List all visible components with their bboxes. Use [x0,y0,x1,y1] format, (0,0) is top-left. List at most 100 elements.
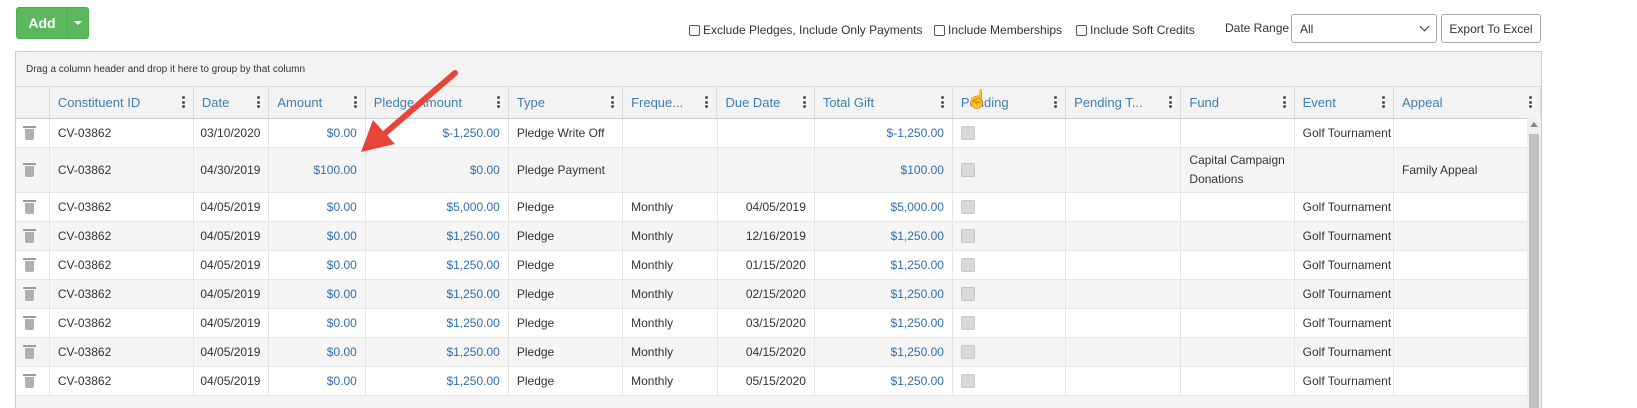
trash-icon[interactable] [23,316,36,330]
cell-pledge-amount: $1,250.00 [366,309,509,337]
header-col-fund[interactable]: Fund [1181,87,1295,118]
delete-row-cell[interactable] [16,280,50,308]
column-menu-icon[interactable] [181,96,185,108]
export-to-excel-button[interactable]: Export To Excel [1441,14,1541,43]
header-col-constituent-id[interactable]: Constituent ID [50,87,194,118]
checkbox-box[interactable] [1076,24,1087,36]
include-memberships-checkbox[interactable]: Include Memberships [934,23,1062,37]
header-col-pending-t[interactable]: Pending T... [1066,87,1182,118]
table-row[interactable]: CV-03862 03/10/2020 $0.00 $-1,250.00 Pledge … [16,119,1541,148]
cell-appeal [1394,222,1541,250]
cell-appeal: Family Appeal [1394,148,1541,192]
pending-checkbox [960,287,975,301]
column-menu-icon[interactable] [940,96,944,108]
checkbox-box[interactable] [934,24,945,36]
delete-row-cell[interactable] [16,119,50,147]
cell-amount: $0.00 [269,222,366,250]
add-split-button[interactable]: Add [16,7,89,39]
cell-pledge-amount: $5,000.00 [366,193,509,221]
column-menu-icon[interactable] [705,96,709,108]
table-row[interactable]: CV-03862 04/05/2019 $0.00 $1,250.00 Pledge Mo… [16,251,1541,280]
delete-row-cell[interactable] [16,222,50,250]
cell-amount: $0.00 [269,280,366,308]
giving-grid: Drag a column header and drop it here to… [15,51,1542,408]
table-row[interactable]: CV-03862 04/30/2019 $100.00 $0.00 Pledge Pay… [16,148,1541,193]
cell-amount: $0.00 [269,338,366,366]
table-row[interactable]: CV-03862 04/05/2019 $0.00 $1,250.00 Pledge Mo… [16,280,1541,309]
cell-date: 04/30/2019 [194,148,270,192]
header-col-appeal[interactable]: Appeal [1394,87,1541,118]
column-menu-icon[interactable] [611,96,615,108]
scrollbar-thumb[interactable] [1529,134,1539,408]
delete-row-cell[interactable] [16,251,50,279]
delete-row-cell[interactable] [16,193,50,221]
exclude-pledges-checkbox[interactable]: Exclude Pledges, Include Only Payments [689,23,922,37]
cell-constituent-id: CV-03862 [50,148,194,192]
delete-row-cell[interactable] [16,367,50,395]
delete-row-cell[interactable] [16,338,50,366]
table-row[interactable]: CV-03862 04/05/2019 $0.00 $1,250.00 Pledge Mo… [16,309,1541,338]
delete-row-cell[interactable] [16,148,50,192]
column-menu-icon[interactable] [257,96,261,108]
table-row[interactable]: CV-03862 04/05/2019 $0.00 $1,250.00 Pledge Mo… [16,338,1541,367]
header-label: Type [516,95,545,110]
cell-type: Pledge [509,222,624,250]
column-menu-icon[interactable] [1382,96,1385,108]
trash-icon[interactable] [23,287,36,301]
checkbox-box[interactable] [689,24,700,36]
column-menu-icon[interactable] [1169,96,1173,108]
cell-pending [953,280,1067,308]
cell-due-date [718,148,815,192]
caret-down-icon [74,21,82,25]
pending-checkbox [960,258,975,272]
group-by-drop-area[interactable]: Drag a column header and drop it here to… [16,52,1541,87]
column-menu-icon[interactable] [1529,96,1533,108]
cell-fund [1181,367,1295,395]
trash-icon[interactable] [23,163,36,177]
trash-icon[interactable] [23,229,36,243]
cell-constituent-id: CV-03862 [50,222,194,250]
trash-icon[interactable] [23,374,36,388]
include-soft-credits-checkbox[interactable]: Include Soft Credits [1076,23,1195,37]
cell-constituent-id: CV-03862 [50,251,194,279]
date-range-select[interactable]: All [1291,14,1437,43]
cell-total-gift: $1,250.00 [815,309,953,337]
header-col-event[interactable]: Event [1295,87,1394,118]
trash-icon[interactable] [23,200,36,214]
column-menu-icon[interactable] [802,96,806,108]
table-row[interactable]: CV-03862 04/05/2019 $0.00 $1,250.00 Pledge Mo… [16,222,1541,251]
cell-fund [1181,119,1295,147]
scroll-up-icon[interactable] [1530,122,1538,127]
header-col-frequency[interactable]: Freque... [623,87,718,118]
trash-icon[interactable] [23,258,36,272]
cell-total-gift: $1,250.00 [815,367,953,395]
cell-amount: $0.00 [269,309,366,337]
trash-icon[interactable] [23,345,36,359]
cell-date: 04/05/2019 [194,367,270,395]
column-menu-icon[interactable] [1054,96,1058,108]
header-col-total-gift[interactable]: Total Gift [815,87,953,118]
header-label: Constituent ID [57,95,141,110]
cell-type: Pledge Write Off [509,119,624,147]
cell-pending [953,309,1067,337]
delete-row-cell[interactable] [16,309,50,337]
header-col-type[interactable]: Type [509,87,624,118]
cell-fund [1181,251,1295,279]
header-label: Date [201,95,230,110]
cell-frequency: Monthly [623,251,718,279]
add-button[interactable]: Add [17,8,67,38]
trash-icon[interactable] [23,126,36,140]
header-label: Total Gift [822,95,875,110]
cell-due-date [718,119,815,147]
header-col-date[interactable]: Date [194,87,270,118]
column-menu-icon[interactable] [1282,96,1286,108]
header-col-due-date[interactable]: Due Date [717,87,815,118]
cell-due-date: 03/15/2020 [718,309,815,337]
vertical-scrollbar[interactable] [1527,118,1541,408]
cell-date: 04/05/2019 [194,280,270,308]
add-dropdown-toggle[interactable] [67,8,88,38]
table-row[interactable]: CV-03862 04/05/2019 $0.00 $5,000.00 Pledge Mo… [16,193,1541,222]
column-menu-icon[interactable] [496,96,500,108]
table-row[interactable]: CV-03862 04/05/2019 $0.00 $1,250.00 Pledge Mo… [16,367,1541,396]
header-label: Event [1302,95,1336,110]
